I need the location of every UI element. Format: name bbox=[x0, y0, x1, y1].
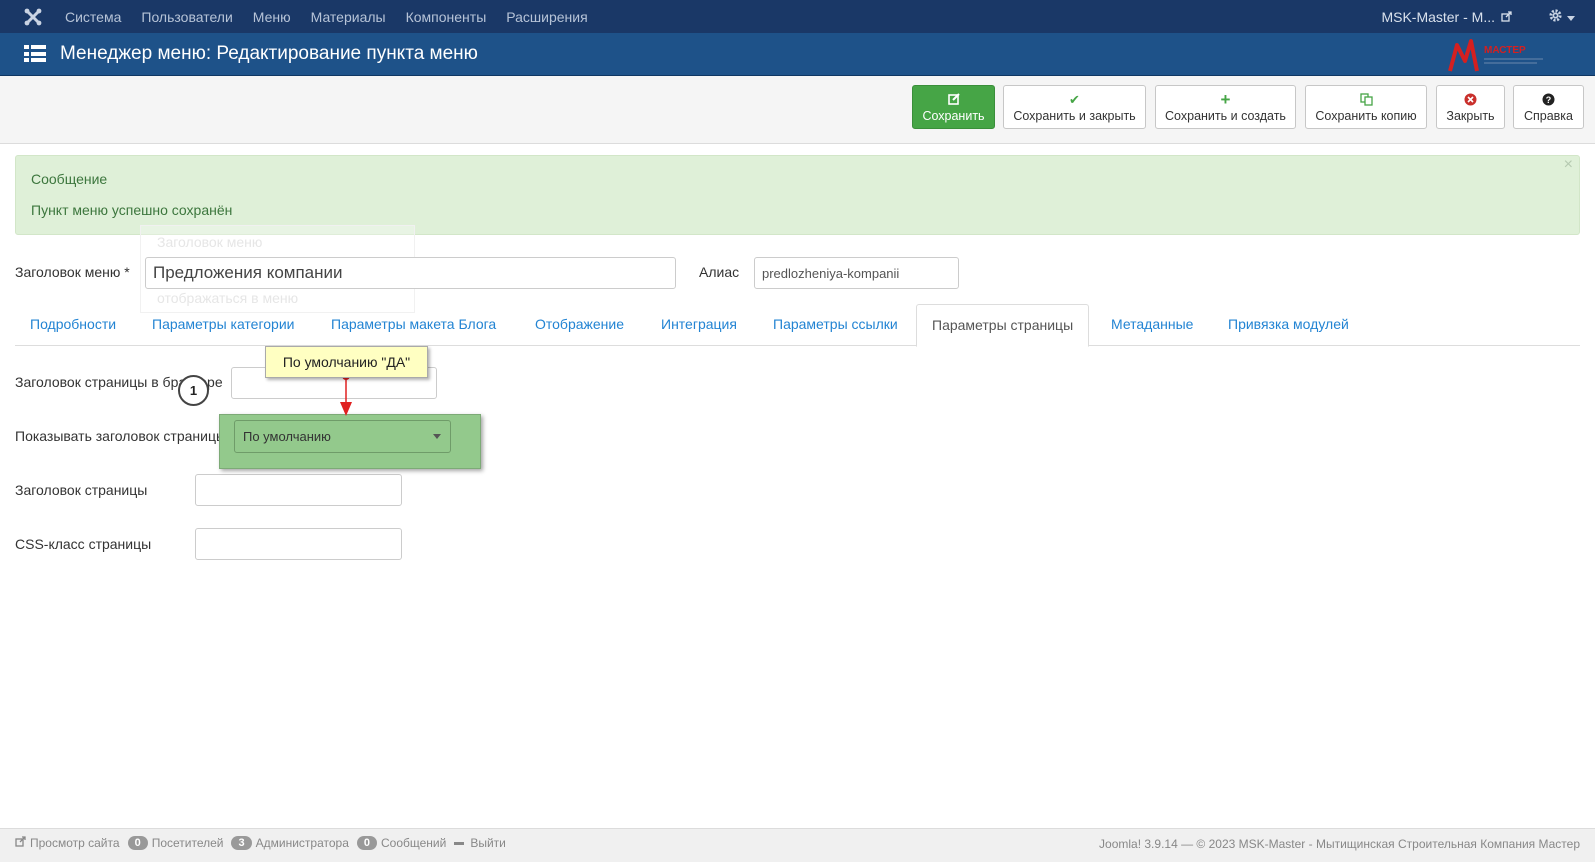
edit-icon bbox=[947, 93, 960, 109]
close-button[interactable]: Закрыть bbox=[1436, 85, 1505, 129]
brand-logo: МАСТЕР bbox=[1447, 37, 1547, 73]
highlight-box: По умолчанию bbox=[219, 414, 481, 469]
alias-label: Алиас bbox=[699, 264, 740, 280]
menu-title-label: Заголовок меню * bbox=[15, 264, 130, 280]
ghost-line-1: Заголовок меню bbox=[157, 234, 263, 250]
show-heading-label: Показывать заголовок страницы bbox=[15, 428, 227, 444]
close-icon[interactable]: × bbox=[1564, 156, 1573, 174]
plus-icon: + bbox=[1220, 90, 1231, 109]
minus-icon bbox=[454, 841, 465, 845]
page-title: Менеджер меню: Редактирование пункта мен… bbox=[60, 43, 478, 64]
tab-link-type[interactable]: Параметры ссылки bbox=[773, 316, 898, 332]
tab-metadata[interactable]: Метаданные bbox=[1111, 316, 1193, 332]
save-button[interactable]: Сохранить bbox=[912, 85, 995, 129]
toolbar: Сохранить ✔ Сохранить и закрыть + Сохран… bbox=[0, 76, 1595, 144]
site-name: MSK-Master - M... bbox=[1381, 8, 1495, 25]
chevron-down-icon bbox=[433, 434, 441, 439]
copyright-text: Joomla! 3.9.14 — © 2023 MSK-Master - Мыт… bbox=[1099, 837, 1580, 851]
save-close-label: Сохранить и закрыть bbox=[1013, 109, 1136, 123]
nav-system[interactable]: Система bbox=[65, 9, 121, 25]
alert-message: Пункт меню успешно сохранён bbox=[31, 202, 233, 218]
show-heading-select[interactable]: По умолчанию bbox=[234, 420, 451, 453]
nav-content[interactable]: Материалы bbox=[311, 9, 386, 25]
save-new-label: Сохранить и создать bbox=[1165, 109, 1286, 123]
tab-blog-layout[interactable]: Параметры макета Блога bbox=[331, 316, 496, 332]
save-new-button[interactable]: + Сохранить и создать bbox=[1155, 85, 1296, 129]
save-copy-button[interactable]: Сохранить копию bbox=[1305, 85, 1427, 129]
success-alert: Сообщение Пункт меню успешно сохранён × bbox=[15, 155, 1580, 235]
css-class-input[interactable] bbox=[195, 528, 402, 560]
tab-page-display[interactable]: Параметры страницы bbox=[916, 304, 1090, 347]
nav-users[interactable]: Пользователи bbox=[141, 9, 232, 25]
top-navbar: Система Пользователи Меню Материалы Комп… bbox=[0, 0, 1595, 33]
list-icon bbox=[24, 45, 46, 63]
nav-components[interactable]: Компоненты bbox=[406, 9, 487, 25]
external-link-icon bbox=[15, 836, 26, 850]
nav-extensions[interactable]: Расширения bbox=[506, 9, 587, 25]
save-copy-label: Сохранить копию bbox=[1315, 109, 1417, 123]
tab-module-assignment[interactable]: Привязка модулей bbox=[1228, 316, 1349, 332]
alias-input[interactable]: predlozheniya-kompanii bbox=[754, 257, 959, 289]
annotation-tooltip: По умолчанию "ДА" bbox=[265, 346, 428, 378]
tab-integration[interactable]: Интеграция bbox=[661, 316, 737, 332]
visitors-count-badge: 0 bbox=[127, 836, 148, 850]
page-heading-input[interactable] bbox=[195, 474, 402, 506]
step-badge: 1 bbox=[178, 375, 209, 406]
admins-count-badge: 3 bbox=[231, 836, 252, 850]
logout-link[interactable]: Выйти bbox=[470, 836, 506, 850]
tab-details[interactable]: Подробности bbox=[30, 316, 116, 332]
save-close-button[interactable]: ✔ Сохранить и закрыть bbox=[1003, 85, 1146, 129]
nav-menus[interactable]: Меню bbox=[253, 9, 291, 25]
css-class-label: CSS-класс страницы bbox=[15, 536, 152, 552]
check-icon: ✔ bbox=[1069, 92, 1080, 107]
chevron-down-icon bbox=[1567, 9, 1575, 25]
svg-text:МАСТЕР: МАСТЕР bbox=[1484, 45, 1526, 56]
title-bar: Менеджер меню: Редактирование пункта мен… bbox=[0, 33, 1595, 76]
admins-label: Администратора bbox=[255, 836, 349, 850]
page-heading-label: Заголовок страницы bbox=[15, 482, 148, 498]
save-button-label: Сохранить bbox=[922, 109, 985, 123]
copy-icon bbox=[1359, 93, 1373, 109]
view-site-link[interactable]: Просмотр сайта bbox=[30, 836, 120, 850]
status-footer: Просмотр сайта 0 Посетителей 3 Администр… bbox=[0, 828, 1595, 862]
tab-bar: Подробности Параметры категории Параметр… bbox=[15, 304, 1580, 347]
joomla-logo-icon[interactable] bbox=[0, 0, 65, 33]
messages-label[interactable]: Сообщений bbox=[381, 836, 446, 850]
external-link-icon bbox=[1501, 9, 1512, 25]
site-link[interactable]: MSK-Master - M... bbox=[1381, 9, 1512, 25]
svg-text:?: ? bbox=[1546, 95, 1552, 105]
visitors-label: Посетителей bbox=[151, 836, 224, 850]
messages-count-badge: 0 bbox=[356, 836, 377, 850]
help-button-label: Справка bbox=[1523, 109, 1574, 123]
gear-icon bbox=[1548, 8, 1563, 26]
tab-display[interactable]: Отображение bbox=[535, 316, 624, 332]
question-circle-icon: ? bbox=[1542, 93, 1555, 109]
help-button[interactable]: ? Справка bbox=[1513, 85, 1584, 129]
menu-title-input[interactable]: Предложения компании bbox=[145, 257, 676, 289]
close-circle-icon bbox=[1464, 93, 1477, 109]
tab-category-options[interactable]: Параметры категории bbox=[152, 316, 294, 332]
show-heading-value: По умолчанию bbox=[243, 429, 331, 444]
alert-heading: Сообщение bbox=[31, 171, 108, 187]
close-button-label: Закрыть bbox=[1446, 109, 1495, 123]
settings-menu[interactable] bbox=[1548, 8, 1575, 26]
